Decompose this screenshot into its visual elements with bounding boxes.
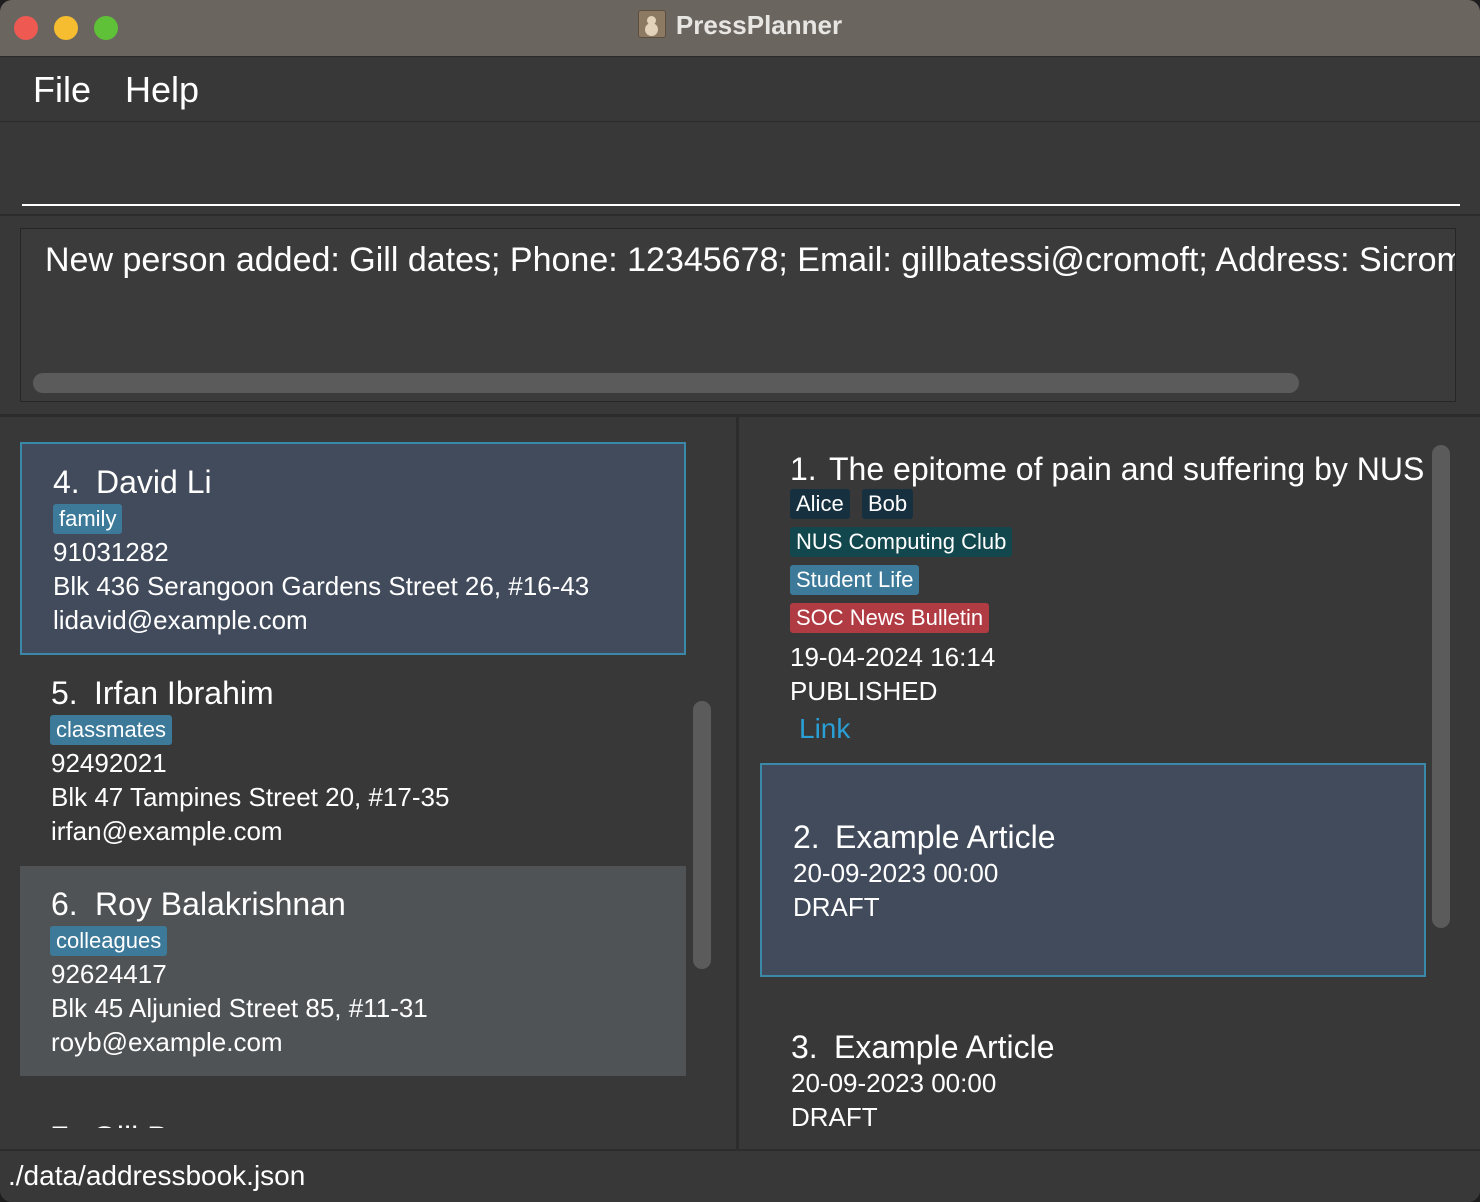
person-email: lidavid@example.com: [53, 605, 308, 635]
person-index: 4.: [53, 464, 80, 500]
main-panes: 4. David Li family 91031282 Blk 436 Sera…: [0, 417, 1480, 1149]
result-horizontal-scrollbar[interactable]: [33, 373, 1299, 393]
person-name: Irfan Ibrahim: [94, 675, 274, 711]
person-email: irfan@example.com: [51, 816, 283, 846]
menu-bar: File Help: [0, 57, 1480, 123]
article-author-tag: Bob: [862, 489, 914, 519]
article-index: 1.: [790, 451, 817, 487]
article-status: DRAFT: [791, 1102, 878, 1128]
article-date: 19-04-2024 16:14: [790, 642, 996, 672]
command-input[interactable]: [22, 122, 1460, 206]
person-phone: 92624417: [51, 959, 167, 989]
article-title: Example Article: [834, 1029, 1055, 1065]
title-bar: PressPlanner: [0, 0, 1480, 57]
article-title: The epitome of pain and suffering by NUS…: [829, 451, 1426, 487]
person-name: Roy Balakrishnan: [95, 886, 346, 922]
result-display[interactable]: New person added: Gill dates; Phone: 123…: [20, 228, 1456, 402]
app-icon: [637, 10, 666, 38]
person-name: Gill Bates: [92, 1120, 229, 1128]
person-card[interactable]: 5. Irfan Ibrahim classmates 92492021 Blk…: [20, 655, 686, 866]
person-email: royb@example.com: [51, 1027, 283, 1057]
status-bar: ./data/addressbook.json: [0, 1149, 1480, 1202]
app-window: PressPlanner File Help New person added:…: [0, 0, 1480, 1202]
person-name: David Li: [96, 464, 212, 500]
article-list-panel: 1. The epitome of pain and suffering by …: [740, 417, 1480, 1149]
person-card[interactable]: 4. David Li family 91031282 Blk 436 Sera…: [20, 442, 686, 655]
window-title-wrap: PressPlanner: [0, 10, 1480, 41]
result-display-area: New person added: Gill dates; Phone: 123…: [0, 216, 1480, 417]
article-date: 20-09-2023 00:00: [791, 1068, 997, 1098]
person-phone: 92492021: [51, 748, 167, 778]
article-category-tag: Student Life: [790, 565, 920, 595]
result-text: New person added: Gill dates; Phone: 123…: [45, 241, 1456, 279]
article-outlet-tag: SOC News Bulletin: [790, 603, 990, 633]
command-box-area: [0, 122, 1480, 217]
person-phone: 91031282: [53, 537, 169, 567]
person-card[interactable]: 6. Roy Balakrishnan colleagues 92624417 …: [20, 866, 686, 1076]
article-index: 2.: [793, 819, 820, 855]
article-link[interactable]: Link: [799, 713, 850, 745]
article-date: 20-09-2023 00:00: [793, 858, 999, 888]
article-card[interactable]: 1. The epitome of pain and suffering by …: [760, 437, 1426, 763]
article-status: PUBLISHED: [790, 676, 938, 706]
status-file-path: ./data/addressbook.json: [8, 1160, 306, 1191]
person-list-panel: 4. David Li family 91031282 Blk 436 Sera…: [0, 417, 739, 1149]
window-title: PressPlanner: [675, 10, 843, 40]
person-list-scrollbar[interactable]: [693, 701, 711, 969]
menu-file[interactable]: File: [27, 67, 97, 113]
person-address: Blk 45 Aljunied Street 85, #11-31: [51, 993, 428, 1023]
article-card[interactable]: 3. Example Article 20-09-2023 00:00 DRAF…: [760, 977, 1426, 1128]
article-index: 3.: [791, 1029, 818, 1065]
article-card[interactable]: 2. Example Article 20-09-2023 00:00 DRAF…: [760, 763, 1426, 977]
person-index: 6.: [51, 886, 78, 922]
article-list[interactable]: 1. The epitome of pain and suffering by …: [760, 437, 1426, 1128]
person-address: Blk 47 Tampines Street 20, #17-35: [51, 782, 450, 812]
person-tag: family: [53, 504, 123, 534]
article-list-scrollbar[interactable]: [1432, 445, 1450, 928]
article-status: DRAFT: [793, 892, 880, 922]
article-source-tag: NUS Computing Club: [790, 527, 1013, 557]
person-tag: colleagues: [50, 926, 168, 956]
person-index: 7.: [51, 1120, 78, 1128]
person-list[interactable]: 4. David Li family 91031282 Blk 436 Sera…: [20, 442, 686, 1128]
person-address: Blk 436 Serangoon Gardens Street 26, #16…: [53, 571, 590, 601]
article-title: Example Article: [835, 819, 1056, 855]
person-tag: classmates: [50, 715, 173, 745]
person-card[interactable]: 7. Gill Bates: [20, 1076, 686, 1128]
person-index: 5.: [51, 675, 78, 711]
article-author-tag: Alice: [790, 489, 850, 519]
menu-help[interactable]: Help: [119, 67, 205, 113]
